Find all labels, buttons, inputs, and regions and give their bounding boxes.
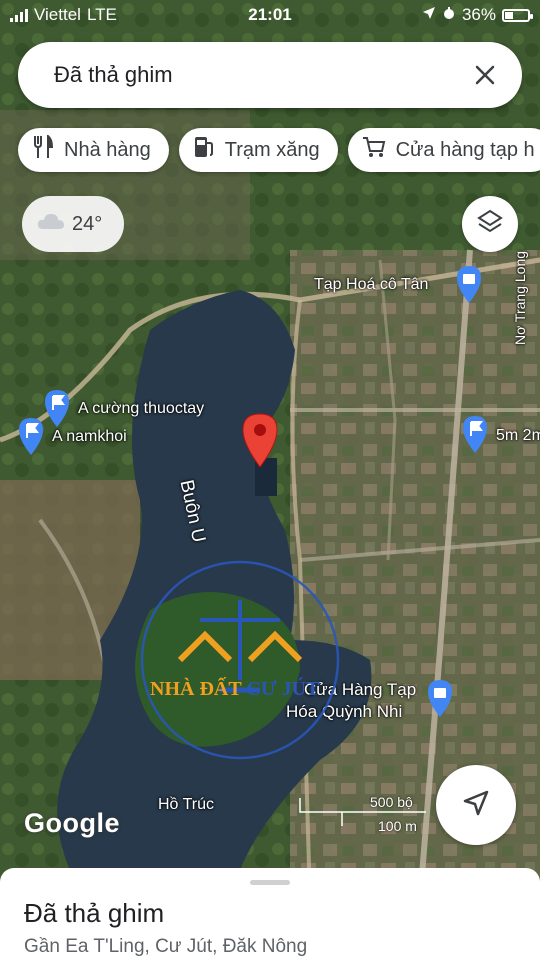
poi-label-a-cuong[interactable]: A cường thuoctay: [78, 400, 204, 418]
chip-restaurants[interactable]: Nhà hàng: [18, 128, 169, 172]
chip-label: Trạm xăng: [224, 138, 320, 161]
my-location-button[interactable]: [436, 765, 516, 845]
scale-feet: 500 bộ: [370, 794, 413, 810]
layers-button[interactable]: [462, 196, 518, 252]
close-icon[interactable]: [466, 56, 504, 94]
status-bar: Viettel LTE 21:01 36%: [0, 0, 540, 30]
drag-handle[interactable]: [250, 880, 290, 885]
layers-icon: [476, 208, 504, 241]
weather-badge[interactable]: 24°: [22, 196, 124, 252]
search-bar[interactable]: Đã thả ghim: [18, 42, 522, 108]
watermark-logo: NHÀ ĐẤT CƯ JÚT: [140, 560, 340, 760]
shopping-bag-pin-icon[interactable]: [454, 264, 484, 309]
street-label: Nơ Trang Long: [512, 250, 528, 345]
poi-label-a-namkhoi[interactable]: A namkhoi: [52, 428, 127, 446]
place-title: Đã thả ghim: [24, 898, 165, 928]
location-arrow-icon: [422, 5, 436, 25]
navigation-arrow-icon: [461, 788, 491, 823]
flag-pin-icon[interactable]: [42, 388, 72, 433]
gas-station-icon: [193, 135, 215, 165]
category-chips: Nhà hàng Trạm xăng Cửa hàng tạp h: [18, 128, 540, 172]
dropped-pin-icon[interactable]: [240, 412, 280, 473]
chip-grocery[interactable]: Cửa hàng tạp h: [347, 128, 540, 172]
shopping-cart-icon: [362, 135, 386, 165]
place-sheet[interactable]: Đã thả ghim Gần Ea T'Ling, Cư Jút, Đăk N…: [0, 868, 540, 960]
shopping-bag-pin-icon[interactable]: [425, 678, 455, 723]
battery-icon: [502, 8, 533, 22]
search-query[interactable]: Đã thả ghim: [54, 62, 173, 88]
place-subtitle: Gần Ea T'Ling, Cư Jút, Đăk Nông: [24, 936, 308, 957]
chip-label: Nhà hàng: [64, 138, 151, 161]
chip-label: Cửa hàng tạp h: [395, 138, 535, 161]
google-logo: Google: [24, 808, 120, 838]
watermark-text: NHÀ ĐẤT CƯ JÚT: [150, 678, 320, 700]
chip-gas-stations[interactable]: Trạm xăng: [178, 128, 338, 172]
poi-label-5m[interactable]: 5m 2m: [496, 427, 540, 445]
lake-label-ho-truc: Hồ Trúc: [158, 796, 215, 813]
temperature: 24°: [72, 212, 103, 235]
cloud-icon: [36, 211, 66, 237]
flag-pin-icon[interactable]: [460, 414, 490, 459]
alarm-icon: [442, 5, 456, 25]
scale-logo-icon: [140, 560, 340, 760]
scale-bar: 500 bộ 100 m: [298, 790, 428, 834]
restaurant-icon: [32, 133, 54, 165]
scale-meters: 100 m: [378, 818, 417, 834]
poi-label-tap-hoa-co-tan[interactable]: Tạp Hoá cô Tân: [314, 276, 428, 294]
flag-pin-icon[interactable]: [16, 416, 46, 461]
battery-percent: 36%: [461, 5, 496, 24]
